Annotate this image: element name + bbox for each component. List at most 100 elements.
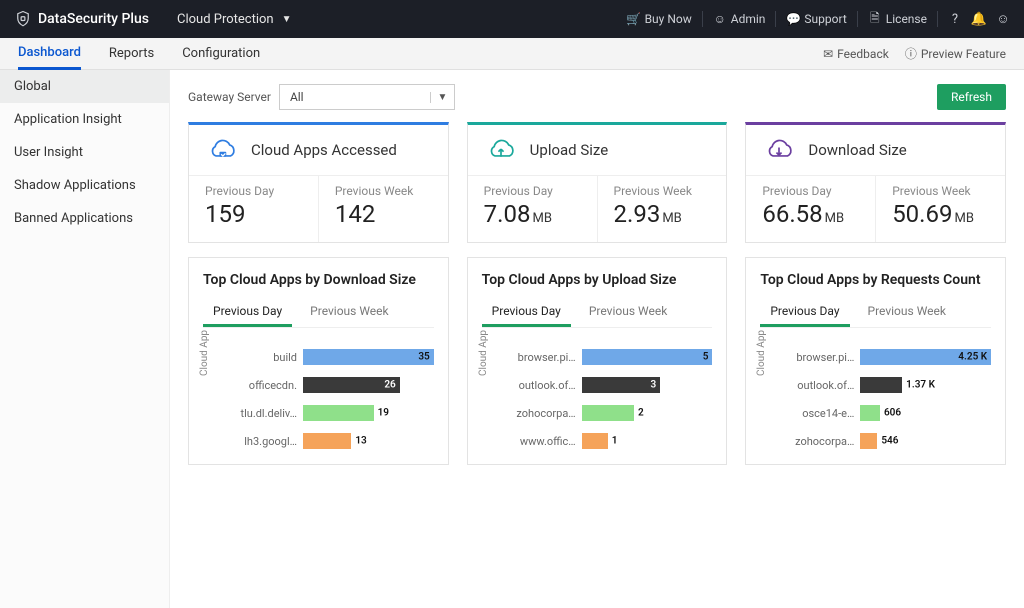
topbar: DataSecurity Plus Cloud Protection ▼ 🛒 B… bbox=[0, 0, 1024, 38]
sidebar-item-global[interactable]: Global bbox=[0, 70, 169, 103]
panel-tab-prev-day[interactable]: Previous Day bbox=[760, 298, 849, 327]
bar-track: 3 bbox=[582, 377, 713, 393]
bar-row: build35 bbox=[233, 346, 434, 368]
bell-icon[interactable]: 🔔 bbox=[972, 12, 986, 26]
panel-tab-prev-week[interactable]: Previous Week bbox=[300, 298, 398, 327]
bar-fill bbox=[582, 349, 713, 365]
bar-fill bbox=[303, 349, 434, 365]
bar-value: 606 bbox=[884, 408, 901, 419]
support-link[interactable]: 💬 Support bbox=[786, 12, 846, 26]
bar-label: officecdn. bbox=[233, 379, 303, 392]
separator bbox=[775, 11, 776, 27]
refresh-button[interactable]: Refresh bbox=[937, 84, 1006, 110]
bar-fill bbox=[860, 433, 877, 449]
bar-value: 26 bbox=[384, 380, 395, 391]
bar-label: www.offic… bbox=[512, 435, 582, 448]
card-title: Upload Size bbox=[530, 141, 609, 159]
panel-requests-count: Top Cloud Apps by Requests Count Previou… bbox=[745, 257, 1006, 465]
bar-value: 2 bbox=[638, 408, 644, 419]
bar-track: 1.37 K bbox=[860, 377, 991, 393]
separator bbox=[702, 11, 703, 27]
bar-track: 2 bbox=[582, 405, 713, 421]
bar-row: lh3.googl… 13 bbox=[233, 430, 434, 452]
y-axis-label: Cloud App bbox=[756, 330, 767, 376]
metric-prev-week: Previous Week 2.93MB bbox=[597, 176, 727, 242]
feedback-link[interactable]: ✉Feedback bbox=[823, 47, 889, 61]
help-icon[interactable]: ? bbox=[948, 12, 962, 26]
buy-now-link[interactable]: 🛒 Buy Now bbox=[627, 12, 692, 26]
bar-value: 35 bbox=[418, 352, 429, 363]
bar-value: 13 bbox=[355, 436, 366, 447]
bar-label: tlu.dl.deliv… bbox=[233, 407, 303, 420]
bar-track: 1 bbox=[582, 433, 713, 449]
bar-label: osce14-e… bbox=[790, 407, 860, 420]
bar-row: zohocorpa…2 bbox=[512, 402, 713, 424]
sidebar-item-banned-applications[interactable]: Banned Applications bbox=[0, 202, 169, 235]
license-link[interactable]: 🗎 License bbox=[868, 12, 927, 26]
mail-icon: ✉ bbox=[823, 47, 833, 61]
panel-tab-prev-day[interactable]: Previous Day bbox=[203, 298, 292, 327]
sidebar-item-shadow-applications[interactable]: Shadow Applications bbox=[0, 169, 169, 202]
bar-row: officecdn. 26 bbox=[233, 374, 434, 396]
brand: DataSecurity Plus bbox=[14, 10, 149, 28]
bar-track: 35 bbox=[303, 349, 434, 365]
profile-icon[interactable]: ☺ bbox=[996, 12, 1010, 26]
metric-prev-day: Previous Day 7.08MB bbox=[468, 176, 597, 242]
bar-value: 546 bbox=[881, 436, 898, 447]
admin-link[interactable]: ☺ Admin bbox=[713, 12, 766, 26]
bar-fill bbox=[582, 405, 634, 421]
card-upload-size: Upload Size Previous Day 7.08MB Previous… bbox=[467, 122, 728, 243]
card-cloud-apps-accessed: Cloud Apps Accessed Previous Day 159 Pre… bbox=[188, 122, 449, 243]
preview-feature-link[interactable]: ⓘPreview Feature bbox=[905, 45, 1006, 62]
tab-configuration[interactable]: Configuration bbox=[182, 39, 260, 68]
tab-dashboard[interactable]: Dashboard bbox=[18, 38, 81, 70]
bar-fill bbox=[582, 377, 660, 393]
card-title: Cloud Apps Accessed bbox=[251, 141, 397, 159]
bar-row: browser.pi…5 bbox=[512, 346, 713, 368]
metric-prev-week: Previous Week 142 bbox=[318, 176, 448, 242]
chart-panels-row: Top Cloud Apps by Download Size Previous… bbox=[188, 257, 1006, 465]
card-download-size: Download Size Previous Day 66.58MB Previ… bbox=[745, 122, 1006, 243]
panel-tab-prev-week[interactable]: Previous Week bbox=[579, 298, 677, 327]
user-icon: ☺ bbox=[713, 12, 727, 26]
metric-prev-day: Previous Day 66.58MB bbox=[746, 176, 875, 242]
cloud-upload-icon bbox=[484, 137, 518, 163]
bar-fill bbox=[860, 405, 880, 421]
bar-label: lh3.googl… bbox=[233, 435, 303, 448]
bar-label: zohocorpa… bbox=[790, 435, 860, 448]
bar-row: outlook.of…3 bbox=[512, 374, 713, 396]
separator bbox=[857, 11, 858, 27]
gateway-server-select[interactable]: All ▼ bbox=[279, 84, 455, 110]
sidebar: Global Application Insight User Insight … bbox=[0, 70, 170, 608]
content: Gateway Server All ▼ Refresh Cloud Apps … bbox=[170, 70, 1024, 608]
sidebar-item-user-insight[interactable]: User Insight bbox=[0, 136, 169, 169]
tab-reports[interactable]: Reports bbox=[109, 39, 154, 68]
bar-fill bbox=[582, 433, 608, 449]
bar-value: 19 bbox=[378, 408, 389, 419]
card-title: Download Size bbox=[808, 141, 906, 159]
panel-title: Top Cloud Apps by Download Size bbox=[203, 272, 434, 288]
bar-chart: Cloud App build35officecdn.26tlu.dl.deli… bbox=[203, 346, 434, 452]
filter-label: Gateway Server bbox=[188, 90, 271, 104]
filter-bar: Gateway Server All ▼ Refresh bbox=[188, 84, 1006, 110]
bar-track: 13 bbox=[303, 433, 434, 449]
bar-label: outlook.of… bbox=[512, 379, 582, 392]
bar-track: 19 bbox=[303, 405, 434, 421]
bar-value: 1 bbox=[612, 436, 618, 447]
bar-row: outlook.of…1.37 K bbox=[790, 374, 991, 396]
y-axis-label: Cloud App bbox=[478, 330, 489, 376]
separator bbox=[937, 11, 938, 27]
panel-tab-prev-day[interactable]: Previous Day bbox=[482, 298, 571, 327]
bar-track: 546 bbox=[860, 433, 991, 449]
sidebar-item-application-insight[interactable]: Application Insight bbox=[0, 103, 169, 136]
module-label: Cloud Protection bbox=[177, 12, 274, 27]
panel-tab-prev-week[interactable]: Previous Week bbox=[858, 298, 956, 327]
metric-prev-day: Previous Day 159 bbox=[189, 176, 318, 242]
chevron-down-icon: ▼ bbox=[282, 14, 292, 25]
cart-icon: 🛒 bbox=[627, 12, 641, 26]
bar-row: browser.pi…4.25 K bbox=[790, 346, 991, 368]
module-selector[interactable]: Cloud Protection ▼ bbox=[177, 12, 292, 27]
bar-track: 5 bbox=[582, 349, 713, 365]
bar-chart: Cloud App browser.pi…5outlook.of…3zohoco… bbox=[482, 346, 713, 452]
brand-text: DataSecurity Plus bbox=[38, 11, 149, 27]
